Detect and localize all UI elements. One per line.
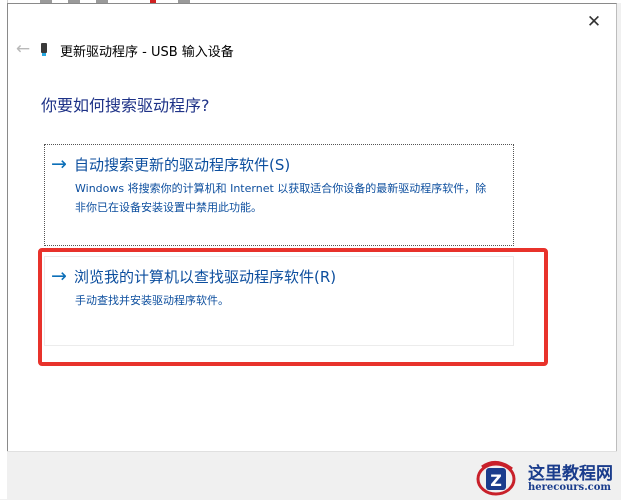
watermark-logo-icon: Z <box>476 461 516 496</box>
usb-device-icon <box>41 43 47 56</box>
watermark-url: herecours.com <box>528 482 612 493</box>
svg-text:Z: Z <box>490 471 502 490</box>
close-icon: ✕ <box>586 12 602 32</box>
right-arrow-icon: → <box>51 153 67 175</box>
option-auto-search-title: 自动搜索更新的驱动程序软件(S) <box>74 156 291 174</box>
watermark-brand: 这里教程网 <box>528 464 613 484</box>
update-driver-dialog: ✕ ← 更新驱动程序 - USB 输入设备 你要如何搜索驱动程序? → 自动搜索… <box>7 3 617 499</box>
option-auto-search[interactable]: → 自动搜索更新的驱动程序软件(S) Windows 将搜索你的计算机和 Int… <box>44 144 514 246</box>
option-auto-search-description: Windows 将搜索你的计算机和 Internet 以获取适合你设备的最新驱动… <box>75 182 487 214</box>
page-heading: 你要如何搜索驱动程序? <box>41 96 210 115</box>
dialog-header: ← 更新驱动程序 - USB 输入设备 <box>8 38 616 62</box>
back-arrow-icon: ← <box>15 39 31 59</box>
back-button[interactable]: ← <box>12 38 34 60</box>
dialog-title: 更新驱动程序 - USB 输入设备 <box>60 45 234 60</box>
close-button[interactable]: ✕ <box>584 12 604 32</box>
annotation-highlight-box <box>38 248 548 366</box>
site-watermark: Z 这里教程网 herecours.com <box>474 455 621 499</box>
